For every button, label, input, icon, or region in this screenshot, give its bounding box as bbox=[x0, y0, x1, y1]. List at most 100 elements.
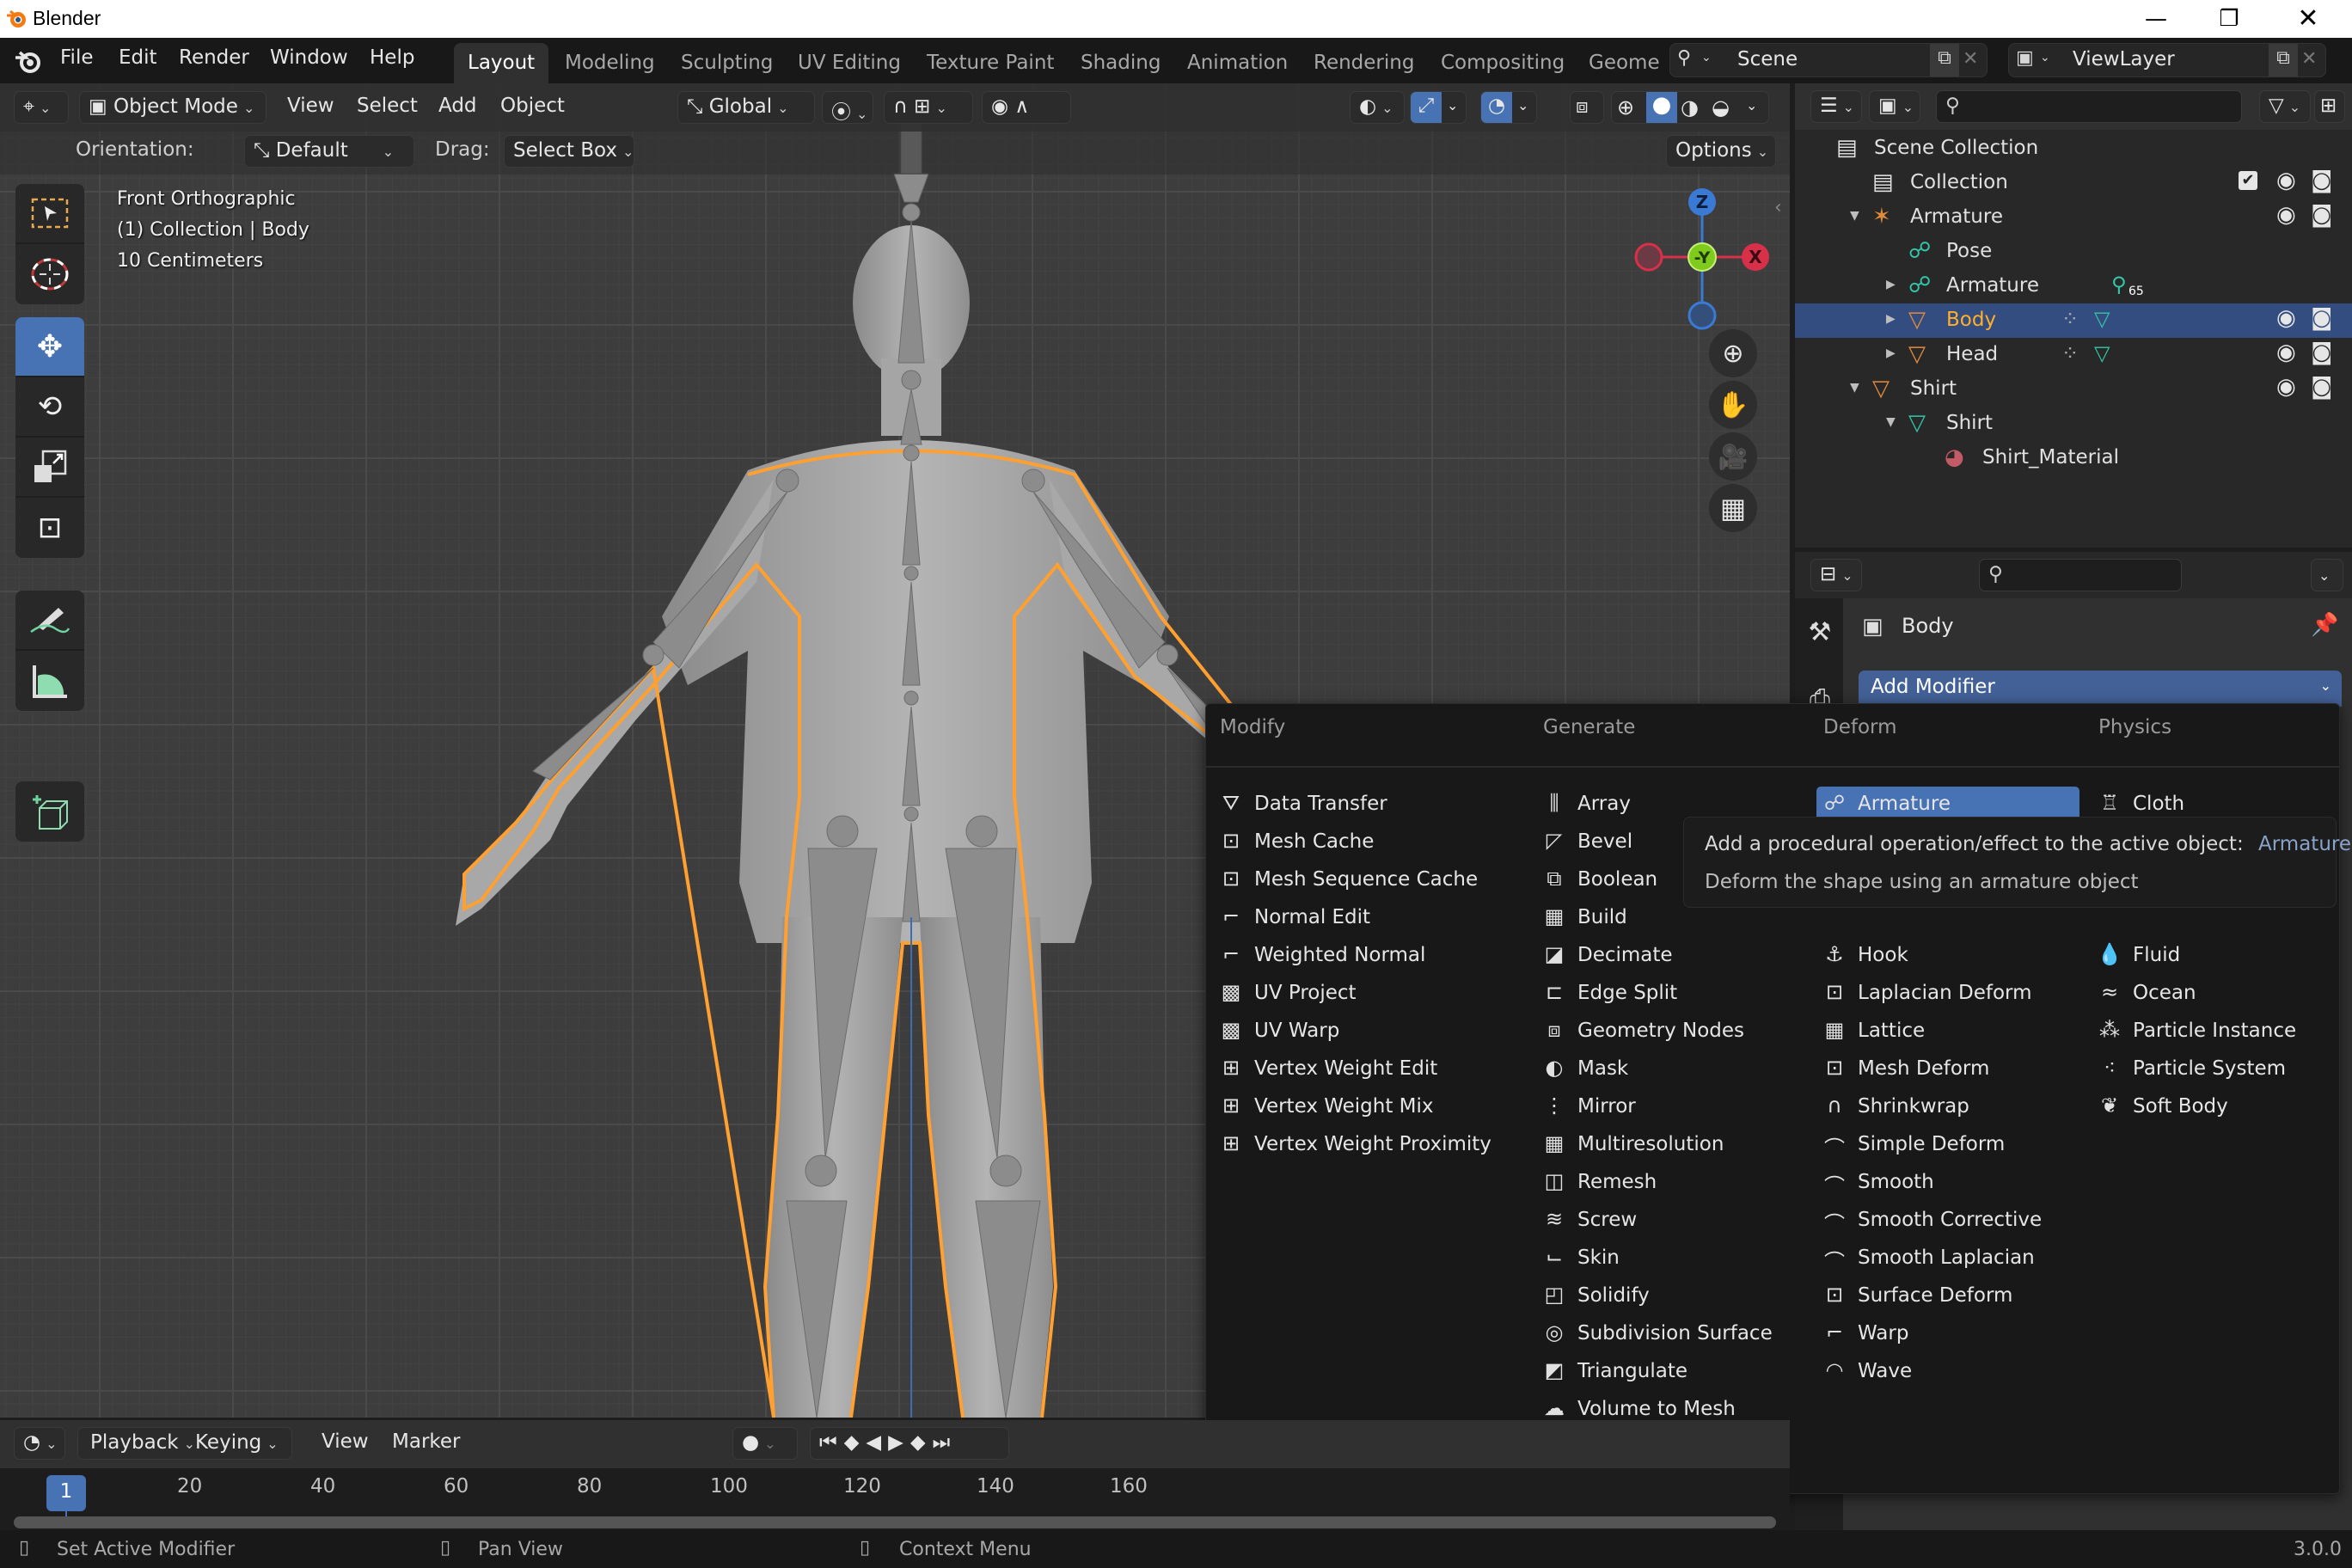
jump-end-icon[interactable]: ⏭ bbox=[933, 1431, 958, 1454]
menu-help[interactable]: Help bbox=[370, 46, 414, 69]
menu-item-data-transfer[interactable]: ⛛ Data Transfer bbox=[1213, 787, 1387, 821]
minimize-button[interactable]: — bbox=[2117, 0, 2195, 38]
menu-item-surface-deform[interactable]: ⊡ Surface Deform bbox=[1816, 1278, 2012, 1313]
tab-animation[interactable]: Animation bbox=[1173, 43, 1302, 83]
scene-name[interactable]: Scene bbox=[1737, 48, 1798, 70]
navigation-gizmo[interactable]: Z X -Y bbox=[1633, 187, 1771, 333]
timeline-editor-type[interactable]: ◔ ⌄ bbox=[14, 1427, 65, 1460]
snap-button[interactable]: ∩ ⊞ ⌄ bbox=[884, 91, 973, 124]
modifier-icon[interactable]: ⁘ bbox=[2061, 307, 2079, 331]
menu-item-warp[interactable]: ⌐ Warp bbox=[1816, 1316, 1908, 1351]
scale-tool[interactable] bbox=[15, 438, 84, 498]
add-modifier-button[interactable]: Add Modifier ⌄ bbox=[1859, 671, 2342, 707]
properties-editor-type[interactable]: ⊟ ⌄ bbox=[1810, 559, 1862, 591]
zoom-view-button[interactable]: ⊕ bbox=[1709, 329, 1757, 377]
next-keyframe-icon[interactable]: ◆ bbox=[910, 1431, 933, 1454]
render-camera-icon[interactable]: ◙ bbox=[2311, 168, 2332, 193]
exclude-checkbox[interactable]: ✔ bbox=[2239, 171, 2257, 190]
mode-selector[interactable]: ▣ Object Mode ⌄ bbox=[79, 91, 266, 124]
delete-viewlayer-icon[interactable]: ✕ bbox=[2301, 48, 2317, 70]
properties-options-button[interactable]: ⌄ bbox=[2311, 559, 2343, 591]
tab-texture-paint[interactable]: Texture Paint bbox=[913, 43, 1068, 83]
expand-arrow-down-icon[interactable]: ▼ bbox=[1886, 415, 1896, 429]
menu-item-decimate[interactable]: ◪ Decimate bbox=[1536, 938, 1673, 972]
outliner-row-label[interactable]: Armature bbox=[1910, 205, 2003, 228]
wireframe-shading-icon[interactable]: ⊕ bbox=[1617, 95, 1634, 119]
expand-arrow-right-icon[interactable]: ▶ bbox=[1886, 312, 1896, 326]
outliner-row[interactable]: ▤ Collection ✔ ◉ ◙ bbox=[1795, 166, 2352, 200]
menu-item-lattice[interactable]: ▦ Lattice bbox=[1816, 1014, 1925, 1048]
outliner-row[interactable]: ▶ ▽ Body ⁘ ▽ ◉ ◙ bbox=[1795, 303, 2352, 338]
menu-render[interactable]: Render bbox=[179, 46, 249, 69]
menu-item-multiresolution[interactable]: ▦ Multiresolution bbox=[1536, 1127, 1724, 1161]
menu-item-wave[interactable]: ◠ Wave bbox=[1816, 1354, 1913, 1388]
proportional-edit-button[interactable]: ◉ ∧ bbox=[982, 91, 1071, 124]
outliner-row-label[interactable]: Shirt bbox=[1946, 412, 1993, 434]
cursor-tool[interactable] bbox=[15, 244, 84, 304]
outliner-row-label[interactable]: Scene Collection bbox=[1874, 137, 2038, 159]
menu-item-geometry-nodes[interactable]: ⧈ Geometry Nodes bbox=[1536, 1014, 1744, 1048]
menu-item-smooth-corrective[interactable]: ⌒ Smooth Corrective bbox=[1816, 1203, 2042, 1237]
expand-arrow-down-icon[interactable]: ▼ bbox=[1850, 381, 1859, 395]
playback-menu[interactable]: Playback ⌄ bbox=[90, 1431, 195, 1454]
annotate-tool[interactable] bbox=[15, 591, 84, 651]
tab-rendering[interactable]: Rendering bbox=[1300, 43, 1428, 83]
transform-tool[interactable]: ⊡ bbox=[15, 498, 84, 558]
record-button[interactable]: ● ⌄ bbox=[732, 1427, 798, 1460]
render-camera-icon[interactable]: ◙ bbox=[2311, 340, 2332, 365]
play-reverse-icon[interactable]: ◀ bbox=[866, 1431, 888, 1454]
outliner-row-label[interactable]: Collection bbox=[1910, 171, 2008, 193]
menu-item-solidify[interactable]: ◰ Solidify bbox=[1536, 1278, 1650, 1313]
menu-select[interactable]: Select bbox=[357, 95, 418, 117]
drag-dropdown[interactable]: Select Box ⌄ bbox=[504, 135, 634, 168]
menu-add[interactable]: Add bbox=[438, 95, 477, 117]
viewlayer-selector[interactable]: ▣ ⌄ ViewLayer ⧉ ✕ bbox=[2008, 43, 2326, 77]
viewlayer-name[interactable]: ViewLayer bbox=[2073, 48, 2175, 70]
timeline-menu-view[interactable]: View bbox=[322, 1430, 369, 1453]
body-mesh[interactable] bbox=[456, 225, 1264, 1418]
eye-icon[interactable]: ◉ bbox=[2276, 340, 2296, 365]
expand-arrow-right-icon[interactable]: ▶ bbox=[1886, 346, 1896, 360]
pivot-point-button[interactable]: ⦿ ⌄ bbox=[822, 91, 873, 124]
outliner-row-label[interactable]: Shirt bbox=[1910, 377, 1957, 400]
menu-item-uv-project[interactable]: ▩ UV Project bbox=[1213, 976, 1357, 1010]
outliner-row[interactable]: ▼ ✶ Armature ◉ ◙ bbox=[1795, 200, 2352, 235]
menu-item-vertex-weight-mix[interactable]: ⊞ Vertex Weight Mix bbox=[1213, 1089, 1434, 1124]
menu-object[interactable]: Object bbox=[500, 95, 565, 117]
move-tool[interactable]: ✥ bbox=[15, 317, 84, 377]
filter-button[interactable]: ▽ ⌄ bbox=[2259, 90, 2311, 123]
new-scene-icon[interactable]: ⧉ bbox=[1930, 44, 1959, 77]
outliner-row[interactable]: ◕ Shirt_Material bbox=[1795, 441, 2352, 475]
play-icon[interactable]: ▶ bbox=[888, 1431, 910, 1454]
render-camera-icon[interactable]: ◙ bbox=[2311, 305, 2332, 331]
menu-item-build[interactable]: ▦ Build bbox=[1536, 900, 1627, 934]
menu-item-shrinkwrap[interactable]: ∩ Shrinkwrap bbox=[1816, 1089, 1969, 1124]
menu-item-simple-deform[interactable]: ⌒ Simple Deform bbox=[1816, 1127, 2005, 1161]
outliner-row[interactable]: ▶ ☍ Armature ⚲ 65 bbox=[1795, 269, 2352, 303]
render-camera-icon[interactable]: ◙ bbox=[2311, 202, 2332, 228]
menu-item-screw[interactable]: ≋ Screw bbox=[1536, 1203, 1637, 1237]
mesh-data-icon[interactable]: ▽ bbox=[2094, 341, 2110, 365]
outliner-row-label[interactable]: Pose bbox=[1946, 240, 1992, 262]
scene-selector[interactable]: ⚲ ⌄ Scene ⧉ ✕ bbox=[1669, 43, 1988, 77]
pan-view-button[interactable]: ✋ bbox=[1709, 381, 1757, 429]
xray-toggle[interactable]: ⧈ bbox=[1570, 91, 1604, 124]
maximize-button[interactable]: ❐ bbox=[2190, 0, 2268, 38]
tab-sculpting[interactable]: Sculpting bbox=[667, 43, 787, 83]
shading-selector[interactable]: ⊕ ● ◑ ◒ ⌄ bbox=[1611, 91, 1769, 124]
tab-modeling[interactable]: Modeling bbox=[551, 43, 669, 83]
eye-icon[interactable]: ◉ bbox=[2276, 168, 2296, 193]
menu-item-hook[interactable]: ⚓ Hook bbox=[1816, 938, 1908, 972]
visibility-button[interactable]: ◐ ⌄ bbox=[1350, 91, 1405, 124]
rotate-tool[interactable]: ⟲ bbox=[15, 377, 84, 438]
outliner-row[interactable]: ▶ ▽ Head ⁘ ▽ ◉ ◙ bbox=[1795, 338, 2352, 372]
menu-item-ocean[interactable]: ≈ Ocean bbox=[2092, 976, 2196, 1010]
tab-geometry-nodes[interactable]: Geome bbox=[1575, 43, 1674, 83]
outliner-row-label[interactable]: Armature bbox=[1946, 274, 2039, 297]
expand-arrow-right-icon[interactable]: ▶ bbox=[1886, 278, 1896, 291]
menu-item-triangulate[interactable]: ◩ Triangulate bbox=[1536, 1354, 1687, 1388]
menu-item-armature[interactable]: ☍ Armature bbox=[1816, 787, 2079, 821]
options-dropdown[interactable]: Options ⌄ bbox=[1666, 135, 1776, 168]
rendered-shading-icon[interactable]: ◒ bbox=[1712, 95, 1730, 119]
delete-scene-icon[interactable]: ✕ bbox=[1963, 48, 1978, 70]
